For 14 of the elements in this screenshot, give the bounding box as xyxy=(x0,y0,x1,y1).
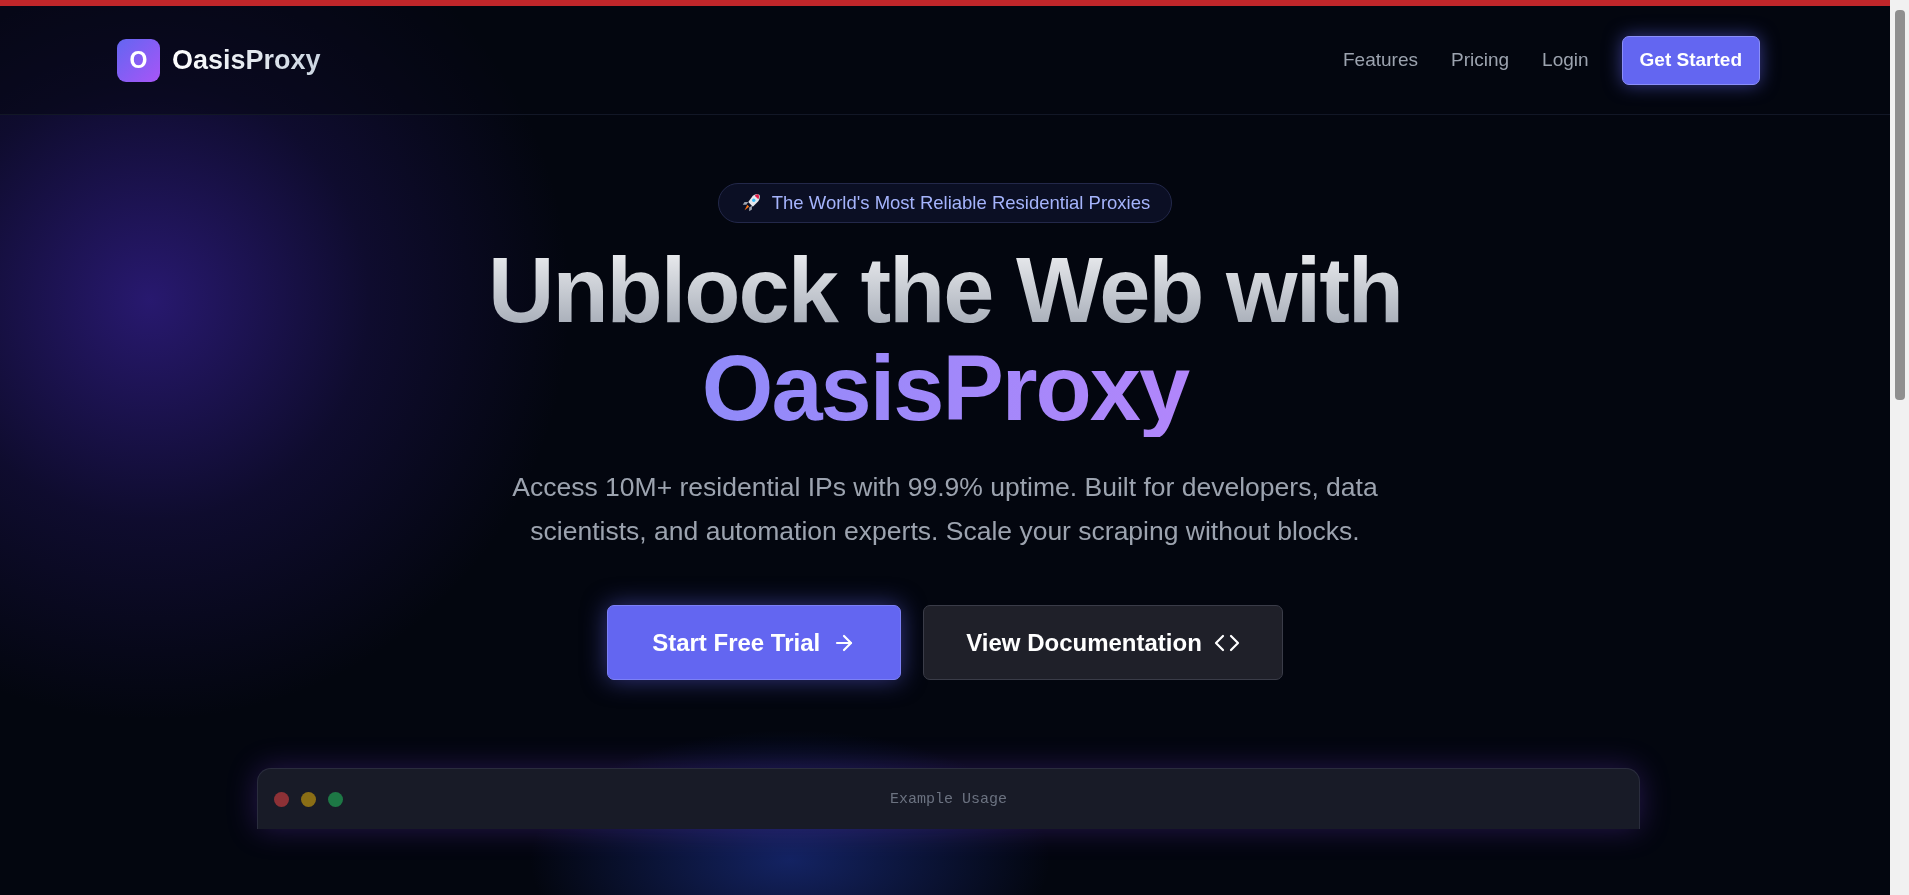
get-started-button[interactable]: Get Started xyxy=(1621,35,1760,85)
logo-icon: O xyxy=(117,38,160,82)
window-dot-icon xyxy=(274,791,289,807)
documentation-button[interactable]: View Documentation xyxy=(923,605,1283,680)
badge-text: The World's Most Reliable Residential Proxies xyxy=(771,192,1151,214)
window-dot-icon xyxy=(328,791,343,807)
nav-link[interactable]: Features xyxy=(1343,49,1418,71)
start-trial-button[interactable]: Start Free Trial xyxy=(607,605,902,680)
scrollbar[interactable] xyxy=(1890,0,1909,895)
nav-link[interactable]: Pricing xyxy=(1451,49,1510,71)
window-title: Example Usage xyxy=(890,790,1007,808)
hero-description: Access 10M+ residential IPs with 99.9% uptime. Built for developers, data scientists, and automation experts. Scale your scraping without blocks. xyxy=(511,471,1379,548)
nav-link[interactable]: Login xyxy=(1542,49,1589,71)
window-dot-icon xyxy=(301,791,316,807)
